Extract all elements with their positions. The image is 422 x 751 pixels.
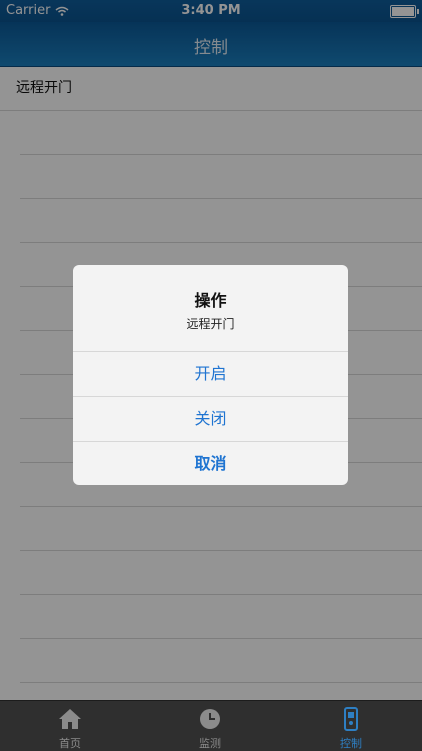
remote-control-icon: [344, 707, 358, 731]
cancel-button[interactable]: 取消: [73, 441, 348, 485]
clock-icon: [200, 709, 220, 729]
open-button[interactable]: 开启: [73, 351, 348, 396]
tab-monitor-label: 监测: [199, 737, 221, 750]
dialog-message: 远程开门: [186, 317, 235, 331]
tab-monitor[interactable]: 监测: [140, 701, 280, 751]
tab-control[interactable]: 控制: [280, 701, 422, 751]
home-icon: [59, 709, 81, 729]
action-dialog: 操作 远程开门 开启 关闭 取消: [73, 265, 348, 485]
tab-control-label: 控制: [340, 737, 362, 750]
tab-bar: 首页 监测 控制: [0, 700, 422, 751]
dialog-title: 操作: [194, 291, 227, 310]
close-button[interactable]: 关闭: [73, 396, 348, 441]
tab-home-label: 首页: [59, 737, 81, 750]
tab-home[interactable]: 首页: [0, 701, 140, 751]
